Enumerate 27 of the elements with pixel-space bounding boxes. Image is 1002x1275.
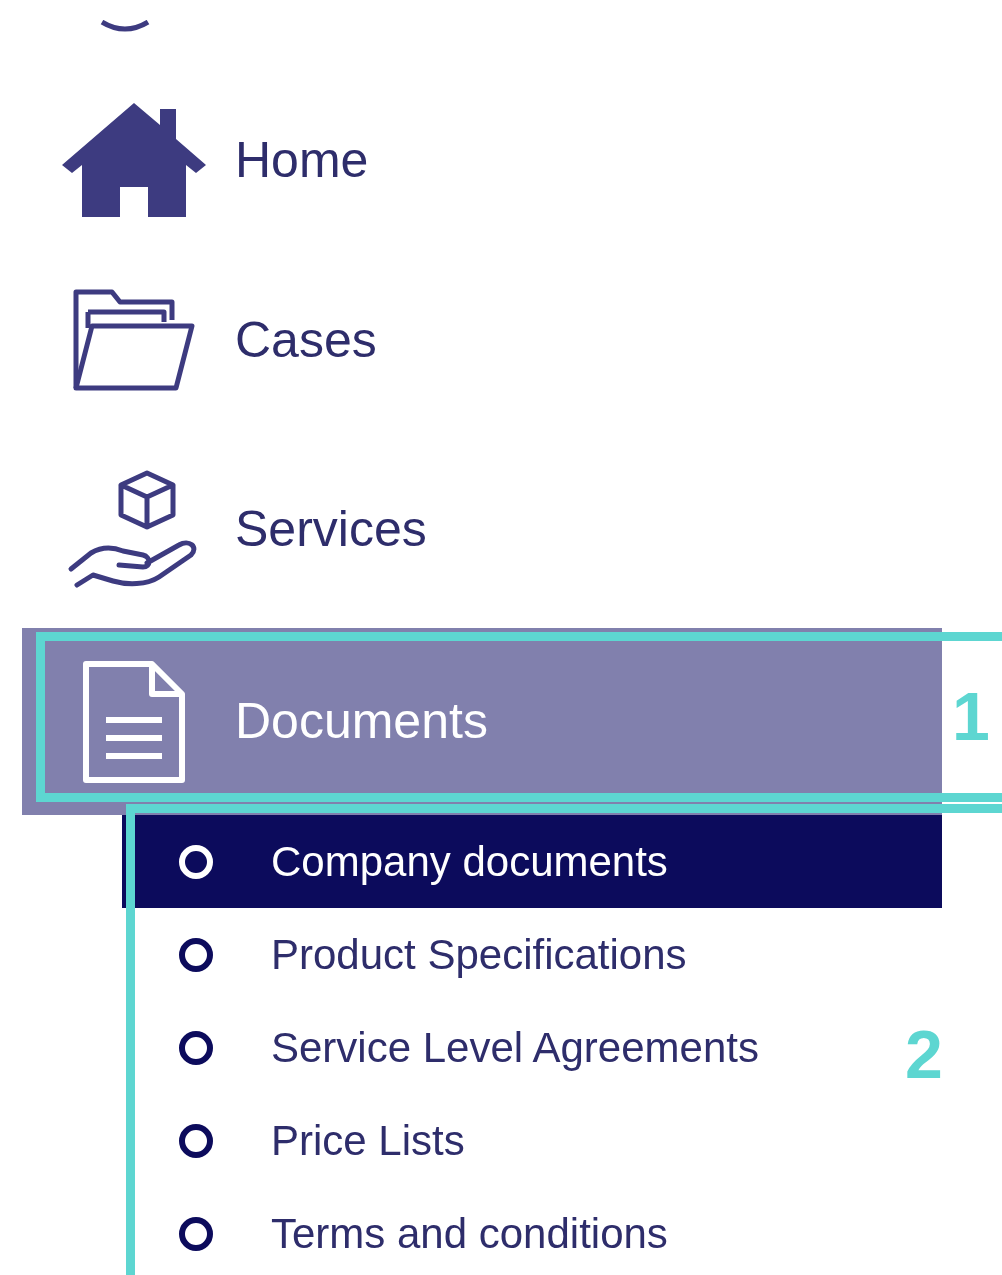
menu-label: Services [235,499,427,559]
annotation-number: 2 [905,1020,943,1088]
menu-item[interactable]: Cases [22,250,942,430]
radio-icon [179,1030,213,1065]
menu-item[interactable]: Home [22,70,942,250]
submenu-item[interactable]: Service Level Agreements [122,1001,767,1094]
submenu-item[interactable]: Price Lists [122,1094,473,1187]
document-icon [81,659,186,784]
submenu-item[interactable]: Terms and conditions [122,1187,676,1275]
submenu-label: Price Lists [271,1116,465,1166]
radio-icon [179,937,213,972]
radio-icon [179,1123,213,1158]
menu-label: Cases [235,310,377,370]
arc-icon [100,20,150,32]
submenu-label: Terms and conditions [271,1209,668,1259]
annotation-number: 1 [952,682,990,750]
submenu-label: Company documents [271,837,668,887]
radio-icon [179,844,213,879]
radio-icon [179,1216,213,1251]
menu-label: Home [235,130,369,190]
submenu-item[interactable]: Product Specifications [122,908,695,1001]
submenu-item[interactable]: Company documents [122,815,942,908]
submenu-label: Product Specifications [271,930,687,980]
folder-icon [71,288,196,392]
menu-label: Documents [235,692,488,751]
menu-item[interactable]: Services [22,430,942,628]
submenu-label: Service Level Agreements [271,1023,759,1073]
